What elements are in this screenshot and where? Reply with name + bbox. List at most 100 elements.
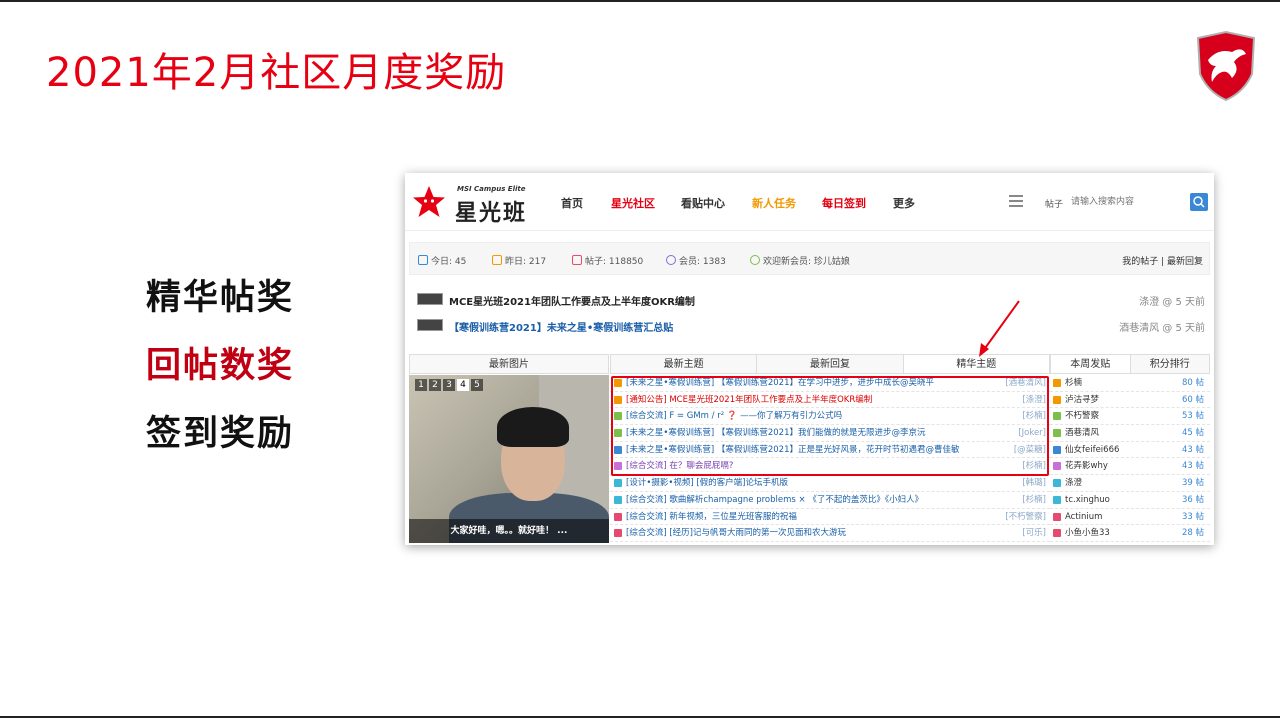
thread-author[interactable]: [可乐] xyxy=(1022,525,1046,541)
rank-bullet-icon xyxy=(1053,412,1061,421)
nav-home[interactable]: 首页 xyxy=(561,195,583,211)
forum-stats-bar: 今日: 45 昨日: 217 帖子: 118850 会员: 1383 欢迎新会员… xyxy=(409,242,1210,275)
tab-weekly-posts[interactable]: 本周发贴 xyxy=(1051,355,1131,373)
rank-user-name[interactable]: Actinium xyxy=(1065,509,1102,525)
stat-today-text: 今日: 45 xyxy=(431,257,467,267)
rank-user-name[interactable]: 涤澄 xyxy=(1065,475,1082,491)
rank-row[interactable]: 酒巷清风 45 帖 xyxy=(1050,425,1210,442)
my-posts-latest-replies[interactable]: 我的帖子 | 最新回复 xyxy=(1122,254,1203,267)
thread-author[interactable]: [韩璐] xyxy=(1022,475,1046,491)
brand-name[interactable]: 星光班 xyxy=(455,195,527,227)
thread-row[interactable]: [综合交流] 新年视频，三位星光班客服的祝福 [不朽警察] xyxy=(610,509,1050,526)
forum-navbar: MSI Campus Elite 星光班 首页 星光社区 看贴中心 新人任务 每… xyxy=(405,173,1214,231)
stat-new-member: 欢迎新会员: 珍儿姑娘 xyxy=(750,254,850,267)
user-icon xyxy=(750,255,760,265)
photo-hair xyxy=(497,407,569,447)
rank-post-count: 28 帖 xyxy=(1181,528,1204,539)
stat-yesterday-text: 昨日: 217 xyxy=(505,257,547,267)
rank-bullet-icon xyxy=(1053,512,1061,521)
rank-user-name[interactable]: 小鱼小鱼33 xyxy=(1065,525,1110,541)
stat-posts-text: 帖子: 118850 xyxy=(585,257,644,267)
nav-community[interactable]: 星光社区 xyxy=(611,195,655,211)
rank-row[interactable]: Actinium 33 帖 xyxy=(1050,509,1210,526)
carousel-page-button[interactable]: 2 xyxy=(429,379,441,391)
rank-user-name[interactable]: 仙女feifei666 xyxy=(1065,442,1119,458)
award-replies: 回帖数奖 xyxy=(146,346,295,386)
rank-row[interactable]: 仙女feifei666 43 帖 xyxy=(1050,442,1210,459)
list-icon[interactable] xyxy=(1009,195,1023,207)
thread-row[interactable]: [综合交流] [经历]记与帆哥大雨同的第一次见面和农大游玩 [可乐] xyxy=(610,525,1050,542)
rank-bullet-icon xyxy=(1053,395,1061,404)
nav-post-center[interactable]: 看贴中心 xyxy=(681,195,725,211)
rank-row[interactable]: 涤澄 39 帖 xyxy=(1050,475,1210,492)
thread-title[interactable]: [综合交流] [经历]记与帆哥大雨同的第一次见面和农大游玩 xyxy=(626,525,846,541)
rank-bullet-icon xyxy=(1053,479,1061,488)
msi-shield-logo xyxy=(1196,30,1256,102)
carousel-page-button[interactable]: 1 xyxy=(415,379,427,391)
pointer-arrow xyxy=(979,300,1020,357)
rank-user-name[interactable]: 不朽警察 xyxy=(1065,408,1099,424)
rank-user-name[interactable]: tc.xinghuo xyxy=(1065,492,1110,508)
nav-daily-checkin[interactable]: 每日签到 xyxy=(822,195,866,211)
thread-title[interactable]: [综合交流] 歌曲解析champagne problems × 《了不起的盖茨比… xyxy=(626,492,923,508)
carousel-caption[interactable]: 大家好哇，嗯。。就好哇！ ... xyxy=(409,519,609,543)
slide-title: 2021年2月社区月度奖励 xyxy=(46,50,507,96)
rank-post-count: 43 帖 xyxy=(1181,444,1204,455)
nav-newbie-tasks[interactable]: 新人任务 xyxy=(752,195,796,211)
stat-today: 今日: 45 xyxy=(418,254,466,267)
rank-row[interactable]: 花弄影why 43 帖 xyxy=(1050,458,1210,476)
thread-row[interactable]: [设计•摄影•视频] [假的客户端]论坛手机版 [韩璐] xyxy=(610,475,1050,492)
stat-members: 会员: 1383 xyxy=(666,254,726,267)
forum-screenshot: MSI Campus Elite 星光班 首页 星光社区 看贴中心 新人任务 每… xyxy=(405,173,1214,545)
essence-highlight-box xyxy=(611,376,1049,476)
search-input[interactable] xyxy=(1067,193,1187,211)
rank-bullet-icon xyxy=(1053,379,1061,387)
tab-latest-images[interactable]: 最新图片 xyxy=(409,354,609,374)
calendar-icon xyxy=(418,255,428,265)
thread-row[interactable]: [综合交流] 歌曲解析champagne problems × 《了不起的盖茨比… xyxy=(610,492,1050,509)
carousel-page-button[interactable]: 5 xyxy=(471,379,483,391)
rank-row[interactable]: 小鱼小鱼33 28 帖 xyxy=(1050,525,1210,542)
stat-new-member-text[interactable]: 欢迎新会员: 珍儿姑娘 xyxy=(763,257,850,267)
rank-user-name[interactable]: 杉楠 xyxy=(1065,375,1082,391)
rank-user-name[interactable]: 酒巷清风 xyxy=(1065,425,1099,441)
notice-title[interactable]: 【寒假训练营2021】未来之星•寒假训练营汇总贴 xyxy=(449,319,673,334)
star-logo-icon[interactable] xyxy=(411,185,447,219)
tab-points-ranking[interactable]: 积分排行 xyxy=(1131,355,1210,373)
latest-image-carousel[interactable]: 12345 大家好哇，嗯。。就好哇！ ... xyxy=(409,375,609,543)
rank-user-name[interactable]: 花弄影why xyxy=(1065,458,1108,474)
rank-row[interactable]: 不朽警察 53 帖 xyxy=(1050,408,1210,426)
notice-item[interactable]: MCE星光班2021年团队工作要点及上半年度OKR编制 涤澄 @ 5 天前 xyxy=(415,291,1205,309)
thread-author[interactable]: [不朽警察] xyxy=(1005,509,1046,525)
rank-post-count: 43 帖 xyxy=(1181,461,1204,472)
rank-row[interactable]: 杉楠 80 帖 xyxy=(1050,375,1210,392)
notice-item[interactable]: 【寒假训练营2021】未来之星•寒假训练营汇总贴 酒巷清风 @ 5 天前 xyxy=(415,317,1205,335)
thread-bullet-icon xyxy=(614,479,622,488)
rank-post-count: 36 帖 xyxy=(1181,494,1204,505)
rank-bullet-icon xyxy=(1053,495,1061,504)
rank-row[interactable]: 泸沽寻梦 60 帖 xyxy=(1050,392,1210,409)
carousel-page-button[interactable]: 4 xyxy=(457,379,469,391)
thread-bullet-icon xyxy=(614,529,622,538)
thread-title[interactable]: [综合交流] 新年视频，三位星光班客服的祝福 xyxy=(626,509,797,525)
notice-title[interactable]: MCE星光班2021年团队工作要点及上半年度OKR编制 xyxy=(449,293,695,308)
weekly-rank-list: 杉楠 80 帖泸沽寻梦 60 帖不朽警察 53 帖酒巷清风 45 帖仙女feifei66… xyxy=(1050,375,1210,542)
search-button[interactable] xyxy=(1190,193,1208,211)
nav-more[interactable]: 更多 xyxy=(893,195,915,211)
rank-bullet-icon xyxy=(1053,445,1061,454)
search-type-label[interactable]: 帖子 xyxy=(1045,197,1063,210)
calendar-icon xyxy=(492,255,502,265)
rank-bullet-icon xyxy=(1053,529,1061,538)
carousel-pager: 12345 xyxy=(415,379,483,391)
rank-post-count: 45 帖 xyxy=(1181,428,1204,439)
tab-latest-threads[interactable]: 最新主题 xyxy=(611,355,758,373)
tab-essence-threads[interactable]: 精华主题 xyxy=(903,355,1049,373)
thread-bullet-icon xyxy=(614,495,622,504)
rank-user-name[interactable]: 泸沽寻梦 xyxy=(1065,392,1099,408)
carousel-page-button[interactable]: 3 xyxy=(443,379,455,391)
tab-latest-replies[interactable]: 最新回复 xyxy=(757,355,904,373)
thread-author[interactable]: [杉楠] xyxy=(1022,492,1046,508)
rank-row[interactable]: tc.xinghuo 36 帖 xyxy=(1050,492,1210,509)
thread-title[interactable]: [设计•摄影•视频] [假的客户端]论坛手机版 xyxy=(626,475,788,491)
stat-yesterday: 昨日: 217 xyxy=(492,254,546,267)
